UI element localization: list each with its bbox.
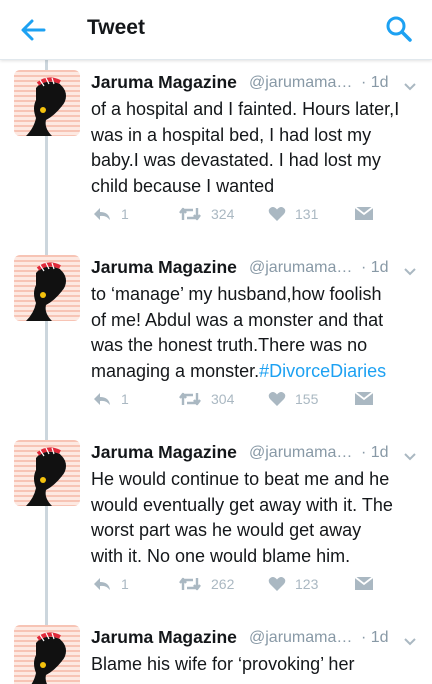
tweet-text-line: of a hospital and I fainted. Hours later… [91, 99, 400, 119]
reply-icon [94, 208, 110, 220]
author-handle[interactable]: @jarumama… [249, 259, 355, 277]
chevron-down-icon [404, 453, 416, 461]
author-handle[interactable]: @jarumama… [249, 444, 355, 462]
tweet-text-line: child because I wanted [91, 175, 275, 196]
tweet[interactable]: Jaruma Magazine @jarumama… · 1d Blame hi… [0, 619, 432, 684]
author-name[interactable]: Jaruma Magazine [91, 627, 237, 648]
reply-icon [94, 578, 110, 590]
top-app-bar: Tweet [0, 0, 432, 60]
tweet-text-line: Blame his wife for ‘provoking’ her [91, 654, 355, 674]
arrow-left-icon [21, 19, 46, 41]
retweet-icon [179, 577, 201, 591]
like-count: 131 [295, 206, 319, 222]
back-button[interactable] [18, 16, 48, 44]
reply-count: 1 [121, 391, 129, 407]
author-handle[interactable]: @jarumama… [249, 629, 355, 647]
retweet-icon [179, 392, 201, 406]
tweet-text-line: to ‘manage’ my husband,how foolish [91, 284, 382, 304]
tweet-text-line: He would continue to beat me and he [91, 469, 390, 489]
tweet-menu-button[interactable] [402, 265, 418, 277]
tweet-text-line: managing a monster.#DivorceDiaries [91, 359, 425, 385]
chevron-down-icon [404, 638, 416, 646]
author-handle[interactable]: @jarumama… [249, 74, 355, 92]
reply-button[interactable]: 1 [92, 387, 129, 411]
reply-button[interactable]: 1 [92, 572, 129, 596]
retweet-count: 262 [211, 576, 235, 592]
retweet-icon [179, 207, 201, 221]
like-button[interactable]: 123 [268, 572, 318, 596]
tweet[interactable]: Jaruma Magazine @jarumama… · 1d He would… [0, 434, 432, 619]
like-count: 123 [295, 576, 319, 592]
timestamp[interactable]: · 1d [361, 444, 389, 462]
reply-icon [94, 393, 110, 405]
tweet-text: Blame his wife for ‘provoking’ her [91, 652, 425, 678]
direct-message-button[interactable] [354, 387, 374, 411]
page-title: Tweet [87, 16, 145, 39]
search-button[interactable] [385, 15, 413, 43]
woman-silhouette-logo [26, 447, 66, 506]
reply-count: 1 [121, 576, 129, 592]
tweet-text-line: would eventually get away with it. The [91, 494, 393, 515]
retweet-button[interactable]: 262 [178, 572, 234, 596]
tweet-actions: 1 324 131 [0, 202, 432, 226]
woman-silhouette-logo [31, 632, 66, 684]
retweet-count: 324 [211, 206, 235, 222]
reply-button[interactable]: 1 [92, 202, 129, 226]
tweet-text-line: was in a hospital bed, I had lost my [91, 124, 372, 145]
envelope-icon [354, 206, 374, 220]
tweet-actions: 1 304 155 [0, 387, 432, 411]
author-name[interactable]: Jaruma Magazine [91, 442, 237, 463]
chevron-down-icon [404, 268, 416, 276]
retweet-button[interactable]: 304 [178, 387, 234, 411]
tweet-text: to ‘manage’ my husband,how foolish of me… [91, 282, 425, 384]
tweet[interactable]: Jaruma Magazine @jarumama… · 1d to ‘mana… [0, 249, 432, 434]
tweet-text-line: was the honest truth.There was no [91, 335, 368, 355]
author-name[interactable]: Jaruma Magazine [91, 72, 237, 93]
hashtag-link[interactable]: #DivorceDiaries [259, 361, 386, 381]
tweet-text-line: baby.I was devastated. I had lost my [91, 150, 381, 170]
tweet-text-line: with it. No one would blame him. [91, 545, 351, 566]
woman-silhouette-logo [26, 77, 66, 136]
search-icon [386, 16, 412, 42]
like-button[interactable]: 131 [268, 202, 318, 226]
retweet-count: 304 [211, 391, 235, 407]
avatar[interactable] [14, 440, 80, 506]
tweet-actions: 1 262 123 [0, 572, 432, 596]
tweet-text: He would continue to beat me and he woul… [91, 467, 425, 569]
like-button[interactable]: 155 [268, 387, 318, 411]
envelope-icon [354, 576, 374, 590]
avatar[interactable] [14, 70, 80, 136]
avatar[interactable] [14, 625, 80, 684]
direct-message-button[interactable] [354, 202, 374, 226]
tweet-text: of a hospital and I fainted. Hours later… [91, 97, 425, 199]
timestamp[interactable]: · 1d [361, 629, 389, 647]
tweet-menu-button[interactable] [402, 80, 418, 92]
tweet-menu-button[interactable] [402, 450, 418, 462]
chevron-down-icon [404, 83, 416, 91]
avatar[interactable] [14, 255, 80, 321]
tweet[interactable]: Jaruma Magazine @jarumama… · 1d of a hos… [0, 64, 432, 249]
heart-icon [268, 577, 286, 591]
retweet-button[interactable]: 324 [178, 202, 234, 226]
reply-count: 1 [121, 206, 129, 222]
like-count: 155 [295, 391, 319, 407]
timestamp[interactable]: · 1d [361, 74, 389, 92]
heart-icon [268, 392, 286, 406]
tweet-text-line: worst part was he would get away [91, 520, 362, 540]
envelope-icon [354, 391, 374, 405]
author-name[interactable]: Jaruma Magazine [91, 257, 237, 278]
direct-message-button[interactable] [354, 572, 374, 596]
woman-silhouette-logo [26, 262, 66, 321]
tweet-text-fragment: managing a monster. [91, 360, 260, 381]
timestamp[interactable]: · 1d [361, 259, 389, 277]
heart-icon [268, 207, 286, 221]
tweet-text-line: of me! Abdul was a monster and that [91, 309, 384, 330]
tweet-menu-button[interactable] [402, 635, 418, 647]
